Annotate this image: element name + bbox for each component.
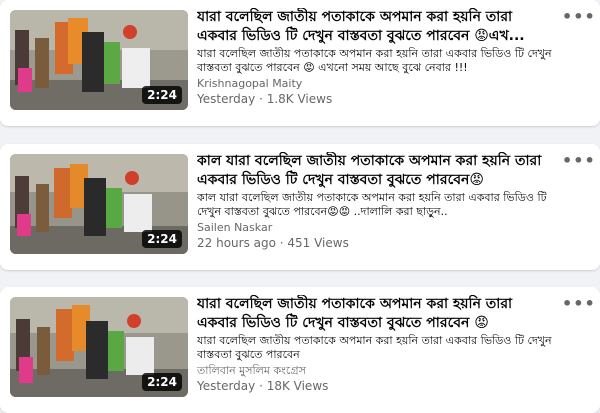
video-result-card[interactable]: 2:24 যারা বলেছিল জাতীয় পতাকাকে অপমান কর… <box>0 287 600 413</box>
video-duration-badge: 2:24 <box>142 373 182 391</box>
video-thumbnail[interactable]: 2:24 <box>10 297 188 397</box>
video-title[interactable]: যারা বলেছিল জাতীয় পতাকাকে অপমান করা হয়… <box>197 295 555 333</box>
video-description: যারা বলেছিল জাতীয় পতাকাকে অপমান করা হয়… <box>197 47 552 74</box>
video-author[interactable]: Krishnagopal Maity <box>197 77 555 91</box>
video-duration-badge: 2:24 <box>142 230 182 248</box>
video-meta: Yesterday · 18K Views <box>197 379 329 393</box>
video-title[interactable]: যারা বলেছিল জাতীয় পতাকাকে অপমান করা হয়… <box>197 8 555 46</box>
video-title[interactable]: কাল যারা বলেছিল জাতীয় পতাকাকে অপমান করা… <box>197 152 555 190</box>
video-meta: 22 hours ago · 451 Views <box>197 236 349 250</box>
more-options-icon[interactable]: ••• <box>562 153 595 174</box>
video-description: যারা বলেছিল জাতীয় পতাকাকে অপমান করা হয়… <box>197 334 552 361</box>
video-thumbnail[interactable]: 2:24 <box>10 10 188 110</box>
video-meta: Yesterday · 1.8K Views <box>197 92 333 106</box>
video-result-card[interactable]: 2:24 কাল যারা বলেছিল জাতীয় পতাকাকে অপমা… <box>0 144 600 270</box>
more-options-icon[interactable]: ••• <box>562 296 595 317</box>
video-author[interactable]: Sailen Naskar <box>197 221 555 235</box>
video-thumbnail[interactable]: 2:24 <box>10 154 188 254</box>
video-author[interactable]: তালিবান মুসলিম কংগ্রেস <box>197 364 555 378</box>
video-result-card[interactable]: 2:24 যারা বলেছিল জাতীয় পতাকাকে অপমান কর… <box>0 0 600 126</box>
video-description: কাল যারা বলেছিল জাতীয় পতাকাকে অপমান করা… <box>197 191 547 218</box>
more-options-icon[interactable]: ••• <box>562 9 595 30</box>
video-duration-badge: 2:24 <box>142 86 182 104</box>
